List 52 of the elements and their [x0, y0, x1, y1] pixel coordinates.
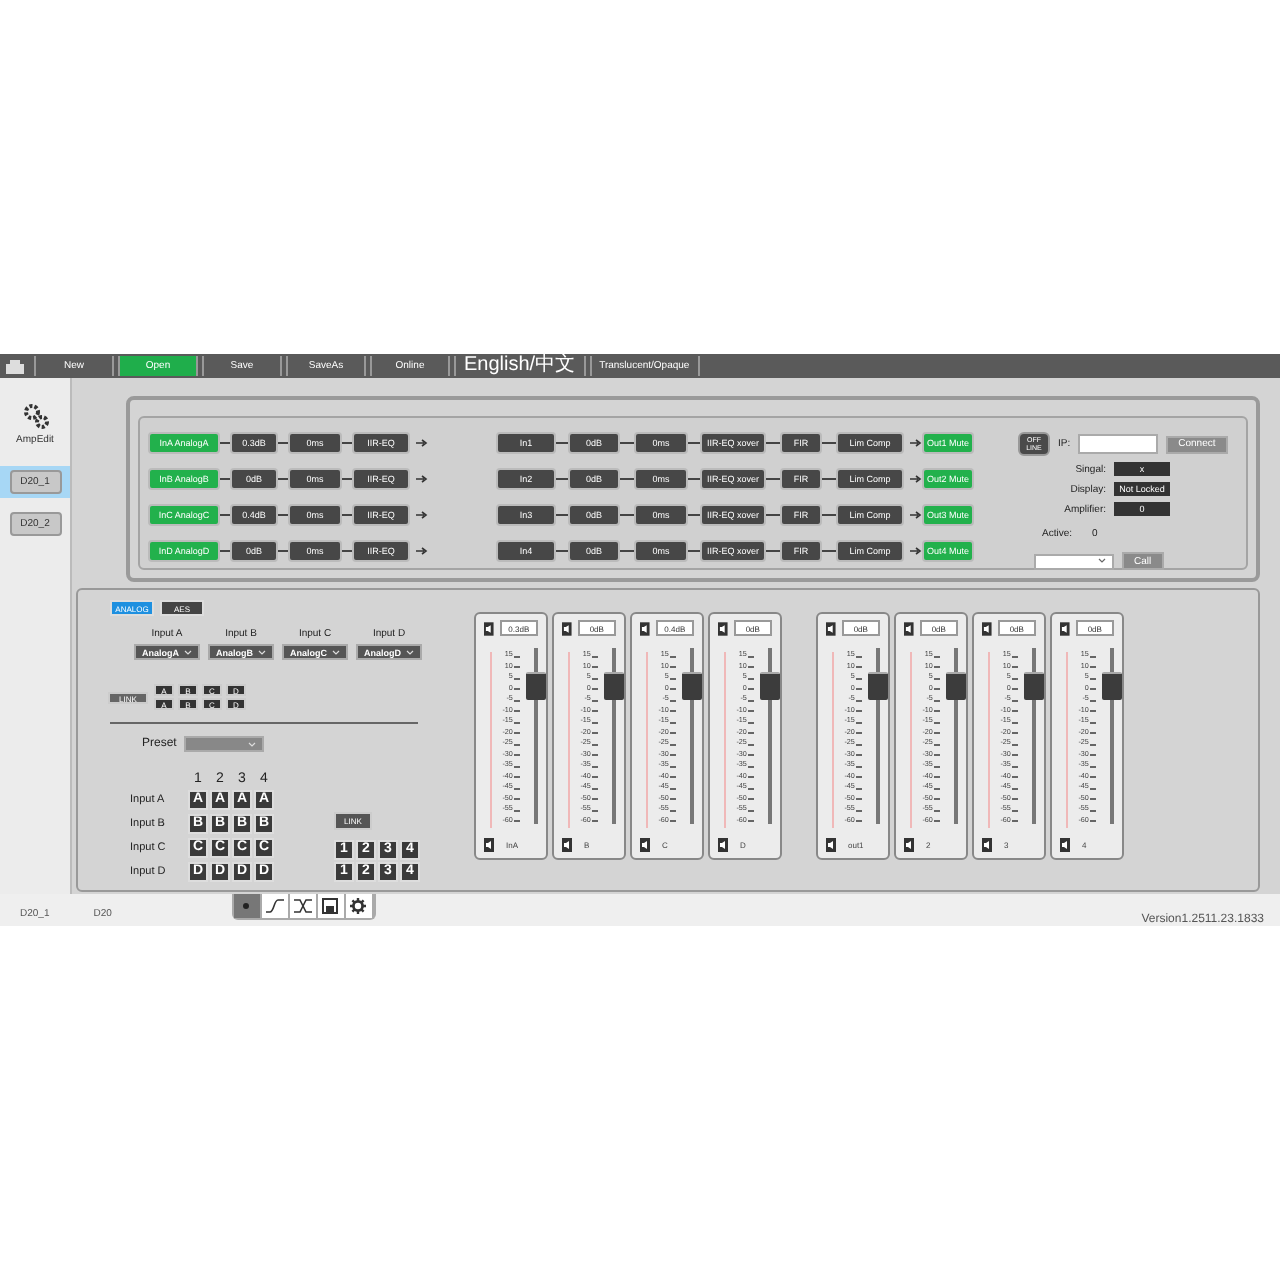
caret-icon [406, 649, 414, 655]
arrow-icon [416, 438, 428, 448]
speaker-icon[interactable] [826, 621, 836, 635]
speaker-icon[interactable] [484, 838, 494, 852]
fader-thumb[interactable] [868, 671, 889, 700]
arrow-icon [910, 438, 922, 448]
ip-field[interactable] [1078, 434, 1159, 454]
arrow-icon [910, 546, 922, 556]
arrow-icon [910, 510, 922, 520]
arrow-icon [416, 510, 428, 520]
speaker-icon[interactable] [1060, 621, 1070, 635]
caret-icon [1098, 558, 1106, 564]
tool-button[interactable] [345, 894, 374, 918]
crossover-icon [293, 898, 312, 914]
tool-button[interactable] [233, 894, 262, 918]
speaker-icon[interactable] [484, 621, 494, 635]
caret-icon [248, 741, 257, 747]
dot-icon [238, 898, 255, 914]
speaker-icon[interactable] [904, 621, 914, 635]
arrow-icon [416, 546, 428, 556]
speaker-icon[interactable] [904, 838, 914, 852]
speaker-icon[interactable] [562, 621, 572, 635]
speaker-icon[interactable] [562, 838, 572, 852]
speaker-icon[interactable] [982, 838, 992, 852]
fader-thumb[interactable] [526, 671, 547, 700]
device-icon[interactable] [6, 359, 24, 373]
arrow-icon [910, 474, 922, 484]
caret-icon [332, 649, 340, 655]
speaker-icon[interactable] [982, 621, 992, 635]
fader-thumb[interactable] [682, 671, 703, 700]
fader-thumb[interactable] [760, 671, 781, 700]
caret-icon [258, 649, 266, 655]
fader-thumb[interactable] [1102, 671, 1123, 700]
curve-icon [265, 898, 284, 914]
gears-icon [21, 402, 49, 430]
save-icon [322, 898, 339, 914]
arrow-icon [416, 474, 428, 484]
speaker-icon[interactable] [640, 838, 650, 852]
tool-button[interactable] [289, 894, 318, 918]
fader-thumb[interactable] [1024, 671, 1045, 700]
speaker-icon[interactable] [718, 621, 728, 635]
caret-icon [184, 649, 192, 655]
speaker-icon[interactable] [1060, 838, 1070, 852]
tool-button[interactable] [261, 894, 290, 918]
speaker-icon[interactable] [718, 838, 728, 852]
settings-icon [350, 898, 367, 914]
tool-button[interactable] [317, 894, 346, 918]
fader-thumb[interactable] [604, 671, 625, 700]
speaker-icon[interactable] [826, 838, 836, 852]
fader-thumb[interactable] [946, 671, 967, 700]
speaker-icon[interactable] [640, 621, 650, 635]
menu-button[interactable]: English/中文 [454, 356, 586, 376]
